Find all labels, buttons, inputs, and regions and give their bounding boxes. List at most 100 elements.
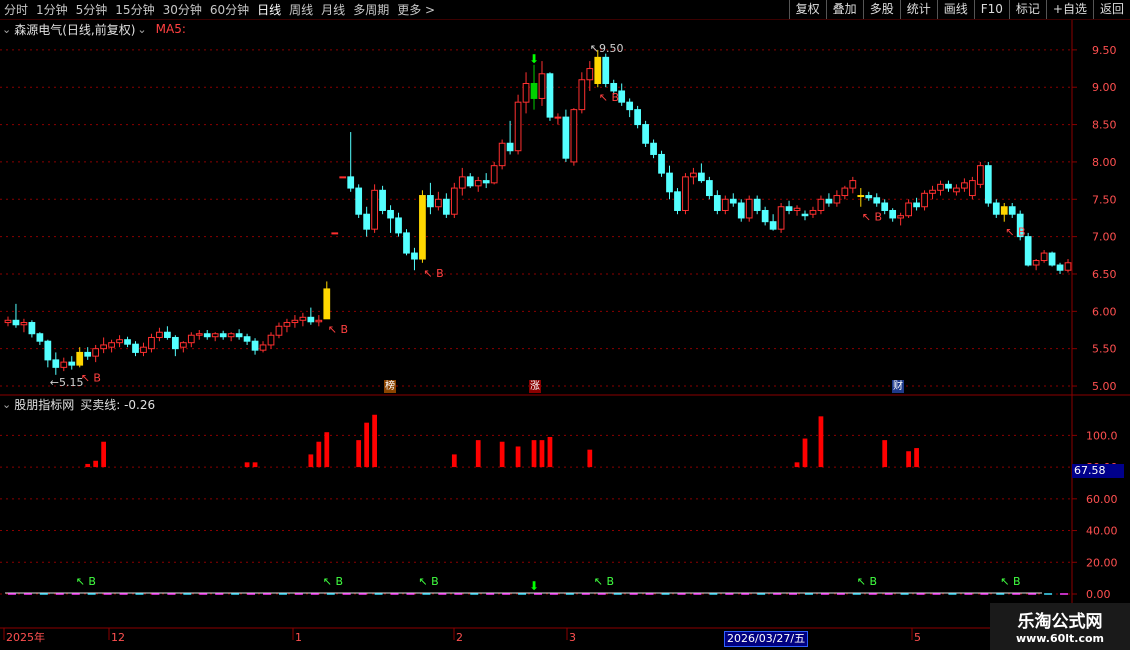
candle-body: [84, 351, 92, 357]
indicator-bar: [475, 440, 481, 468]
indicator-bar: [308, 454, 314, 468]
candle-body: [713, 195, 721, 211]
toolbar-buttons: 复权 叠加 多股 统计 画线 F10 标记 +自选 返回: [788, 0, 1130, 19]
candle-body: [108, 342, 115, 348]
candle-body: [12, 319, 20, 326]
tab-period-8[interactable]: 月线: [317, 1, 349, 18]
indicator-bar: [906, 451, 911, 468]
indicator-bar: [882, 440, 888, 468]
chevron-down-icon[interactable]: ⌄: [2, 23, 11, 36]
tab-period-4[interactable]: 30分钟: [159, 1, 206, 18]
tag-limit-up[interactable]: 涨: [529, 380, 541, 393]
tab-period-0[interactable]: 分时: [0, 1, 32, 18]
indicator-bar: [101, 441, 106, 468]
x-tick-label: 5: [914, 631, 921, 644]
candle-body: [411, 252, 418, 260]
tab-period-3[interactable]: 15分钟: [111, 1, 158, 18]
back-button[interactable]: 返回: [1092, 0, 1130, 19]
candle-body: [92, 348, 100, 357]
candle-body: [243, 336, 251, 342]
tab-period-5[interactable]: 60分钟: [206, 1, 253, 18]
indicator-bar: [802, 438, 808, 468]
candle-body: [618, 90, 626, 103]
x-tick-label: 12: [111, 631, 125, 644]
mark-button[interactable]: 标记: [1008, 0, 1046, 19]
indicator-bar: [93, 460, 99, 468]
more-label: 更多: [397, 3, 422, 17]
candle-body: [60, 361, 68, 368]
draw-line-button[interactable]: 画线: [936, 0, 974, 19]
candle-body: [379, 189, 386, 211]
buy-signal-label: ↖ B: [599, 91, 619, 104]
tag-billboard[interactable]: 榜: [384, 380, 396, 393]
high-price-label: ↖9.50: [590, 42, 624, 55]
indicator-bar: [324, 432, 330, 468]
tab-period-6[interactable]: 日线: [253, 1, 285, 18]
adjust-button[interactable]: 复权: [788, 0, 826, 19]
tab-period-9[interactable]: 多周期: [349, 1, 393, 18]
indicator-bar: [914, 448, 919, 468]
tab-period-7[interactable]: 周线: [285, 1, 317, 18]
overlay-button[interactable]: 叠加: [825, 0, 863, 19]
candle-body: [251, 340, 259, 351]
statistics-button[interactable]: 统计: [899, 0, 937, 19]
candle-body: [132, 343, 139, 353]
candle-body: [682, 176, 689, 211]
tab-period-more[interactable]: 更多 >: [393, 1, 439, 18]
candle-body: [761, 209, 769, 223]
candle-body: [841, 187, 849, 197]
candle-body: [76, 351, 84, 366]
f10-button[interactable]: F10: [973, 0, 1009, 19]
candle-body: [363, 213, 371, 230]
tab-period-2[interactable]: 5分钟: [72, 1, 112, 18]
price-tick-label: 8.50: [1092, 119, 1117, 132]
candle-body: [235, 333, 243, 338]
indicator-bar: [794, 462, 800, 468]
candle-body: [44, 340, 52, 361]
candle-body: [969, 180, 976, 197]
candle-body: [921, 192, 928, 208]
watermark-line2: www.60lt.com: [1015, 632, 1105, 645]
indicator-menu-icon[interactable]: ⌄: [2, 398, 11, 411]
candle-body: [857, 195, 865, 198]
price-tick-label: 9.50: [1092, 44, 1117, 57]
indicator-bar: [364, 422, 370, 468]
indicator-bar: [252, 462, 258, 468]
dropdown-circle-icon[interactable]: ⌄: [137, 23, 146, 36]
candle-body: [315, 319, 323, 323]
candle-body: [427, 195, 434, 208]
low-price-label: ←5.15: [50, 376, 84, 389]
indicator-buy-label: ↖ B: [857, 575, 877, 588]
buy-signal-label: ↖ B: [1005, 226, 1025, 239]
price-tick-label: 9.00: [1092, 81, 1117, 94]
candle-body: [642, 124, 649, 144]
candle-body: [745, 198, 753, 219]
candle-body: [458, 176, 466, 189]
candle-body: [1040, 252, 1048, 262]
candle-body: [100, 344, 107, 350]
indicator-bar: [818, 416, 824, 468]
candle-body: [769, 221, 777, 230]
candle-body: [809, 209, 817, 215]
buy-signal-label: ↖ B: [328, 323, 348, 336]
candle-body: [299, 316, 307, 321]
candle-body: [259, 344, 267, 351]
candle-body: [219, 333, 227, 338]
price-tick-label: 6.00: [1092, 305, 1117, 318]
candle-body: [705, 180, 713, 197]
candle-body: [690, 172, 697, 178]
candle-body: [610, 82, 618, 92]
multi-stock-button[interactable]: 多股: [862, 0, 900, 19]
tag-finance[interactable]: 财: [892, 380, 904, 393]
candle-body: [976, 165, 984, 185]
kline-chart[interactable]: 9.50 9.00 8.50 8.00 7.50 7.00 6.50 6.00 5.50 5.00…: [0, 20, 1130, 650]
candle-body: [331, 232, 339, 235]
indicator-bar: [316, 441, 322, 468]
candle-body: [124, 339, 131, 345]
candle-body: [546, 73, 554, 118]
candle-body: [116, 339, 123, 344]
candle-body: [227, 333, 235, 338]
tab-period-1[interactable]: 1分钟: [32, 1, 72, 18]
add-watchlist-button[interactable]: +自选: [1045, 0, 1093, 19]
candle-body: [666, 172, 673, 193]
